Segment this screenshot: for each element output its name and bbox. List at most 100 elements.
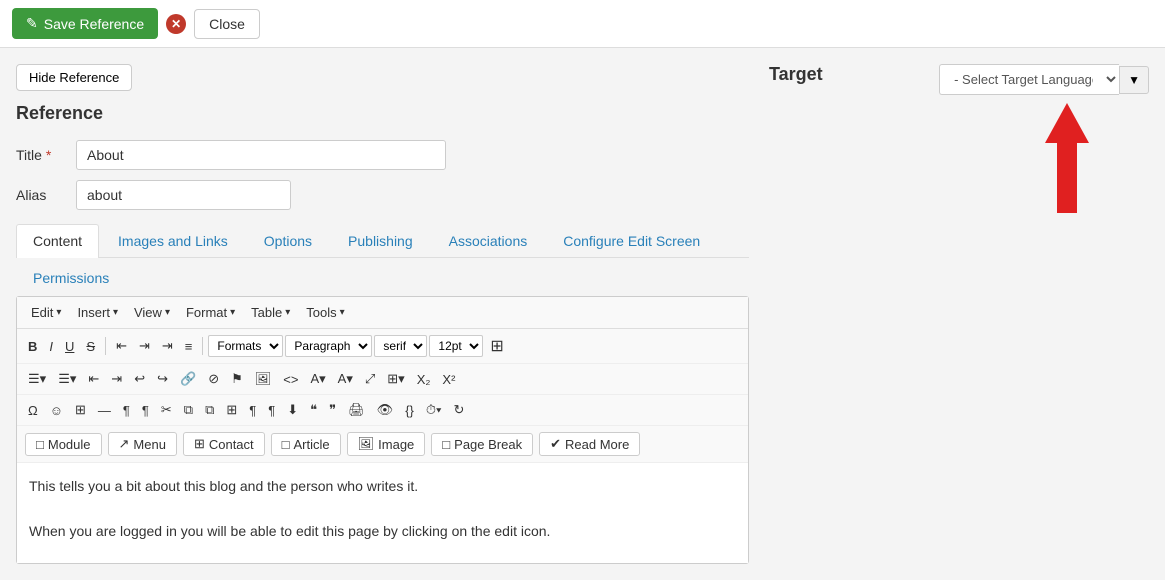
undo-button[interactable]: ↩ [129,368,150,390]
redo-button[interactable]: ↪ [152,368,173,390]
underline-button[interactable]: U [60,336,79,357]
menu-insert-button[interactable]: ↗ Menu [108,432,177,456]
menu-edit[interactable]: Edit ▾ [25,303,67,322]
menu-format[interactable]: Format ▾ [180,303,241,322]
title-row: Title * [16,140,749,170]
italic-button[interactable]: I [44,336,58,357]
fullscreen-button[interactable]: ⤢ [360,368,380,390]
ltr-button[interactable]: ¶ [244,400,261,421]
template-button[interactable]: ⏱▾ [421,399,447,421]
alias-input[interactable] [76,180,291,210]
subscript-button[interactable]: X₂ [412,369,436,390]
code-view-button[interactable]: {} [400,400,419,421]
table-button[interactable]: ⊞▾ [382,368,409,390]
editor-menubar: Edit ▾ Insert ▾ View ▾ Format ▾ Table ▾ … [17,297,748,329]
content-line-2: When you are logged in you will be able … [29,520,736,542]
target-language-select[interactable]: - Select Target Language - [939,64,1119,95]
tab-content[interactable]: Content [16,224,99,258]
tab-associations[interactable]: Associations [432,224,545,257]
module-insert-button[interactable]: □ Module [25,433,102,456]
page-break-button[interactable]: □ Page Break [431,433,533,456]
language-select-wrapper: - Select Target Language - ▼ [939,64,1149,95]
left-panel: Hide Reference Reference Title * Alias C… [16,64,749,564]
quote-open-button[interactable]: ❝ [305,399,322,421]
align-right-button[interactable]: ⇥ [157,335,178,357]
code-button[interactable]: <> [278,369,303,390]
size-select[interactable]: 12pt [429,335,483,357]
hr-button[interactable]: — [93,400,116,421]
quote-close-button[interactable]: ❞ [324,399,341,421]
media-button[interactable]: ⊞ [70,399,91,421]
tab-configure-edit-screen[interactable]: Configure Edit Screen [546,224,717,257]
list-unordered-button[interactable]: ☰▾ [23,368,51,390]
article-insert-button[interactable]: □ Article [271,433,341,456]
save-icon: ✎ [26,15,38,32]
read-more-button[interactable]: ✔ Read More [539,432,640,456]
menu-tools[interactable]: Tools ▾ [300,303,350,322]
anchor-button[interactable]: ⚑ [226,368,248,390]
tab-permissions[interactable]: Permissions [16,261,126,294]
print-button[interactable]: 🖨 [343,399,370,421]
tab-options[interactable]: Options [247,224,329,257]
tab-publishing[interactable]: Publishing [331,224,430,257]
title-input[interactable] [76,140,446,170]
highlight-button[interactable]: A▾ [333,368,358,390]
paragraph-select[interactable]: Paragraph [285,335,372,357]
top-toolbar: ✎ Save Reference ✕ Close [0,0,1165,48]
strikethrough-button[interactable]: S [81,336,100,357]
tab-images-links[interactable]: Images and Links [101,224,245,257]
editor-content[interactable]: This tells you a bit about this blog and… [17,463,748,563]
alias-row: Alias [16,180,749,210]
font-select[interactable]: serif [374,335,427,357]
copy-button[interactable]: ⧉ [179,399,198,421]
cut-button[interactable]: ✂ [156,399,177,421]
rtl-button[interactable]: ¶ [263,400,280,421]
menu-icon: ↗ [119,436,130,452]
menu-insert[interactable]: Insert ▾ [71,303,124,322]
formats-select[interactable]: Formats [208,335,283,357]
alias-label: Alias [16,187,76,203]
outdent-button[interactable]: ⇤ [83,368,104,390]
insert-bar: □ Module ↗ Menu ⊞ Contact □ Article 🖼 [17,426,748,463]
read-more-label: Read More [565,437,629,452]
preview-button[interactable]: 👁 [372,399,399,421]
contact-insert-button[interactable]: ⊞ Contact [183,432,265,456]
list-ordered-button[interactable]: ☰▾ [53,368,81,390]
special-chars-button[interactable]: Ω [23,400,43,421]
image-insert-button[interactable]: 🖼 [250,368,277,390]
cleanup-button[interactable]: ↻ [448,399,469,421]
find-replace-button[interactable]: ⊞ [485,333,508,359]
hide-reference-label: Hide Reference [29,70,119,85]
align-center-button[interactable]: ⇥ [134,335,155,357]
paste-button[interactable]: ⧉ [200,399,219,421]
read-more-icon: ✔ [550,436,561,452]
align-left-button[interactable]: ⇤ [111,335,132,357]
toolbar-row-2: ☰▾ ☰▾ ⇤ ⇥ ↩ ↪ 🔗 ⊘ ⚑ 🖼 <> A▾ A▾ ⤢ ⊞▾ X₂ X… [17,364,748,395]
paragraph-mark-button[interactable]: ¶ [118,400,135,421]
contact-icon: ⊞ [194,436,205,452]
toolbar-row-1: B I U S ⇤ ⇥ ⇥ ≡ Formats Paragraph serif [17,329,748,364]
download-button[interactable]: ⬇ [282,399,303,421]
save-reference-button[interactable]: ✎ Save Reference [12,8,158,39]
lang-dropdown-button[interactable]: ▼ [1119,66,1149,94]
menu-label: Menu [133,437,166,452]
close-button[interactable]: Close [194,9,260,39]
image-insert-btn[interactable]: 🖼 Image [347,432,426,456]
paste-special-button[interactable]: ⊞ [221,399,242,421]
paragraph2-button[interactable]: ¶ [137,400,154,421]
hide-reference-button[interactable]: Hide Reference [16,64,132,91]
menu-view[interactable]: View ▾ [128,303,176,322]
contact-label: Contact [209,437,254,452]
align-justify-button[interactable]: ≡ [180,336,198,357]
indent-button[interactable]: ⇥ [106,368,127,390]
emoji-button[interactable]: ☺ [45,400,68,421]
toolbar-separator-2 [202,337,203,355]
font-color-button[interactable]: A▾ [305,368,330,390]
bold-button[interactable]: B [23,336,42,357]
superscript-button[interactable]: X² [437,369,460,390]
title-label: Title * [16,147,76,163]
red-arrow [1045,103,1089,213]
unlink-button[interactable]: ⊘ [203,368,224,390]
link-button[interactable]: 🔗 [175,368,201,390]
menu-table[interactable]: Table ▾ [245,303,296,322]
